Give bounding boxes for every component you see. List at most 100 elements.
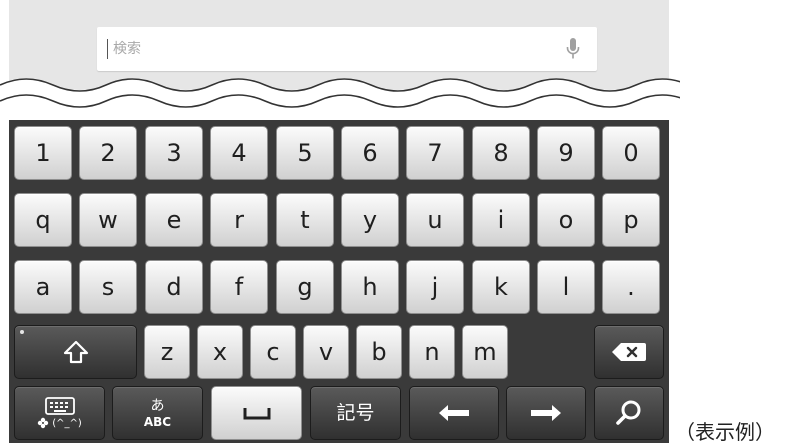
letter-key[interactable]: . bbox=[602, 260, 660, 314]
letter-key[interactable]: t bbox=[276, 193, 334, 247]
letter-key-label: q bbox=[35, 206, 51, 234]
letter-key[interactable]: k bbox=[472, 260, 530, 314]
letter-key-label: i bbox=[497, 206, 505, 234]
backspace-icon bbox=[612, 343, 646, 361]
text-cursor bbox=[107, 39, 108, 59]
letter-key[interactable]: r bbox=[210, 193, 268, 247]
letter-key[interactable]: d bbox=[145, 260, 203, 314]
letter-key[interactable]: b bbox=[356, 325, 402, 379]
number-key-label: 4 bbox=[231, 139, 247, 167]
letter-key-label: r bbox=[234, 206, 244, 234]
letter-key-label: h bbox=[362, 273, 378, 301]
number-key[interactable]: 5 bbox=[276, 126, 334, 180]
letter-key-label: b bbox=[371, 338, 387, 366]
number-key[interactable]: 4 bbox=[210, 126, 268, 180]
letter-key[interactable]: x bbox=[197, 325, 243, 379]
letter-key[interactable]: q bbox=[14, 193, 72, 247]
letter-key-label: w bbox=[98, 206, 118, 234]
microphone-icon[interactable] bbox=[565, 37, 581, 61]
search-key[interactable] bbox=[594, 386, 664, 440]
symbol-key-label: 記号 bbox=[336, 401, 375, 424]
number-key-label: 8 bbox=[493, 139, 509, 167]
number-key-label: 5 bbox=[297, 139, 313, 167]
backspace-key[interactable] bbox=[594, 325, 664, 379]
letter-key[interactable]: e bbox=[145, 193, 203, 247]
hiragana-mode-label: あ bbox=[150, 397, 165, 414]
right-arrow-key[interactable] bbox=[506, 386, 586, 440]
letter-key-label: g bbox=[297, 273, 313, 301]
letter-key-label: s bbox=[101, 273, 115, 301]
letter-key[interactable]: n bbox=[409, 325, 455, 379]
search-placeholder: 検索 bbox=[113, 41, 141, 57]
input-mode-key[interactable]: あ ABC bbox=[112, 386, 203, 440]
number-key[interactable]: 2 bbox=[79, 126, 137, 180]
search-input[interactable]: 検索 bbox=[97, 27, 597, 71]
letter-key[interactable]: u bbox=[406, 193, 464, 247]
letter-key-label: c bbox=[266, 338, 280, 366]
number-key[interactable]: 1 bbox=[14, 126, 72, 180]
letter-key[interactable]: l bbox=[537, 260, 595, 314]
number-key-label: 3 bbox=[166, 139, 182, 167]
software-keyboard: 1 2 3 4 5 6 7 8 9 0 q w e r t y u i o p a s d f g h j k l. z x c v b n m bbox=[9, 120, 669, 443]
wave-divider bbox=[0, 78, 680, 120]
keyboard-icon bbox=[44, 397, 75, 415]
letter-key-label: p bbox=[623, 206, 639, 234]
letter-key[interactable]: f bbox=[210, 260, 268, 314]
shift-key[interactable] bbox=[14, 325, 137, 379]
space-key[interactable] bbox=[211, 386, 302, 440]
letter-key-label: a bbox=[35, 273, 51, 301]
number-key-label: 2 bbox=[100, 139, 116, 167]
letter-key-label: x bbox=[212, 338, 228, 366]
long-press-dot bbox=[20, 330, 24, 334]
letter-key[interactable]: m bbox=[462, 325, 508, 379]
left-arrow-icon bbox=[439, 405, 469, 421]
abc-mode-label: ABC bbox=[143, 414, 172, 429]
keyboard-switch-key[interactable]: (^_^) bbox=[14, 386, 105, 440]
number-key[interactable]: 8 bbox=[472, 126, 530, 180]
letter-key-label: d bbox=[166, 273, 182, 301]
number-key-label: 0 bbox=[623, 139, 639, 167]
letter-key-label: f bbox=[234, 273, 244, 301]
letter-key[interactable]: v bbox=[303, 325, 349, 379]
letter-key[interactable]: c bbox=[250, 325, 296, 379]
letter-key-label: m bbox=[473, 338, 497, 366]
number-key-label: 7 bbox=[427, 139, 443, 167]
number-key[interactable]: 0 bbox=[602, 126, 660, 180]
letter-key[interactable]: j bbox=[406, 260, 464, 314]
letter-key[interactable]: w bbox=[79, 193, 137, 247]
letter-key-label: . bbox=[627, 273, 635, 301]
letter-key[interactable]: i bbox=[472, 193, 530, 247]
letter-key-label: o bbox=[558, 206, 574, 234]
symbol-key[interactable]: 記号 bbox=[310, 386, 401, 440]
letter-key[interactable]: s bbox=[79, 260, 137, 314]
letter-key-label: j bbox=[431, 273, 439, 301]
letter-key[interactable]: a bbox=[14, 260, 72, 314]
letter-key-label: k bbox=[494, 273, 508, 301]
left-arrow-key[interactable] bbox=[409, 386, 499, 440]
letter-key[interactable]: h bbox=[341, 260, 399, 314]
space-icon bbox=[243, 408, 270, 420]
number-key[interactable]: 9 bbox=[537, 126, 595, 180]
number-key[interactable]: 3 bbox=[145, 126, 203, 180]
number-key-label: 6 bbox=[362, 139, 378, 167]
right-arrow-icon bbox=[531, 405, 561, 421]
letter-key-label: l bbox=[562, 273, 570, 301]
number-key[interactable]: 6 bbox=[341, 126, 399, 180]
letter-key-label: v bbox=[318, 338, 334, 366]
number-key[interactable]: 7 bbox=[406, 126, 464, 180]
letter-key-label: n bbox=[424, 338, 440, 366]
display-example-caption: （表示例） bbox=[675, 420, 775, 444]
letter-key[interactable]: g bbox=[276, 260, 334, 314]
flower-emoji-icon bbox=[38, 417, 49, 429]
letter-key-label: e bbox=[166, 206, 182, 234]
letter-key[interactable]: z bbox=[144, 325, 190, 379]
number-key-label: 1 bbox=[35, 139, 51, 167]
letter-key-label: t bbox=[300, 206, 310, 234]
letter-key[interactable]: o bbox=[537, 193, 595, 247]
letter-key-label: y bbox=[362, 206, 378, 234]
letter-key[interactable]: p bbox=[602, 193, 660, 247]
letter-key-label: z bbox=[160, 338, 174, 366]
letter-key[interactable]: y bbox=[341, 193, 399, 247]
emoticon-label: (^_^) bbox=[52, 417, 82, 429]
emoji-emoticon-row: (^_^) bbox=[37, 417, 82, 429]
